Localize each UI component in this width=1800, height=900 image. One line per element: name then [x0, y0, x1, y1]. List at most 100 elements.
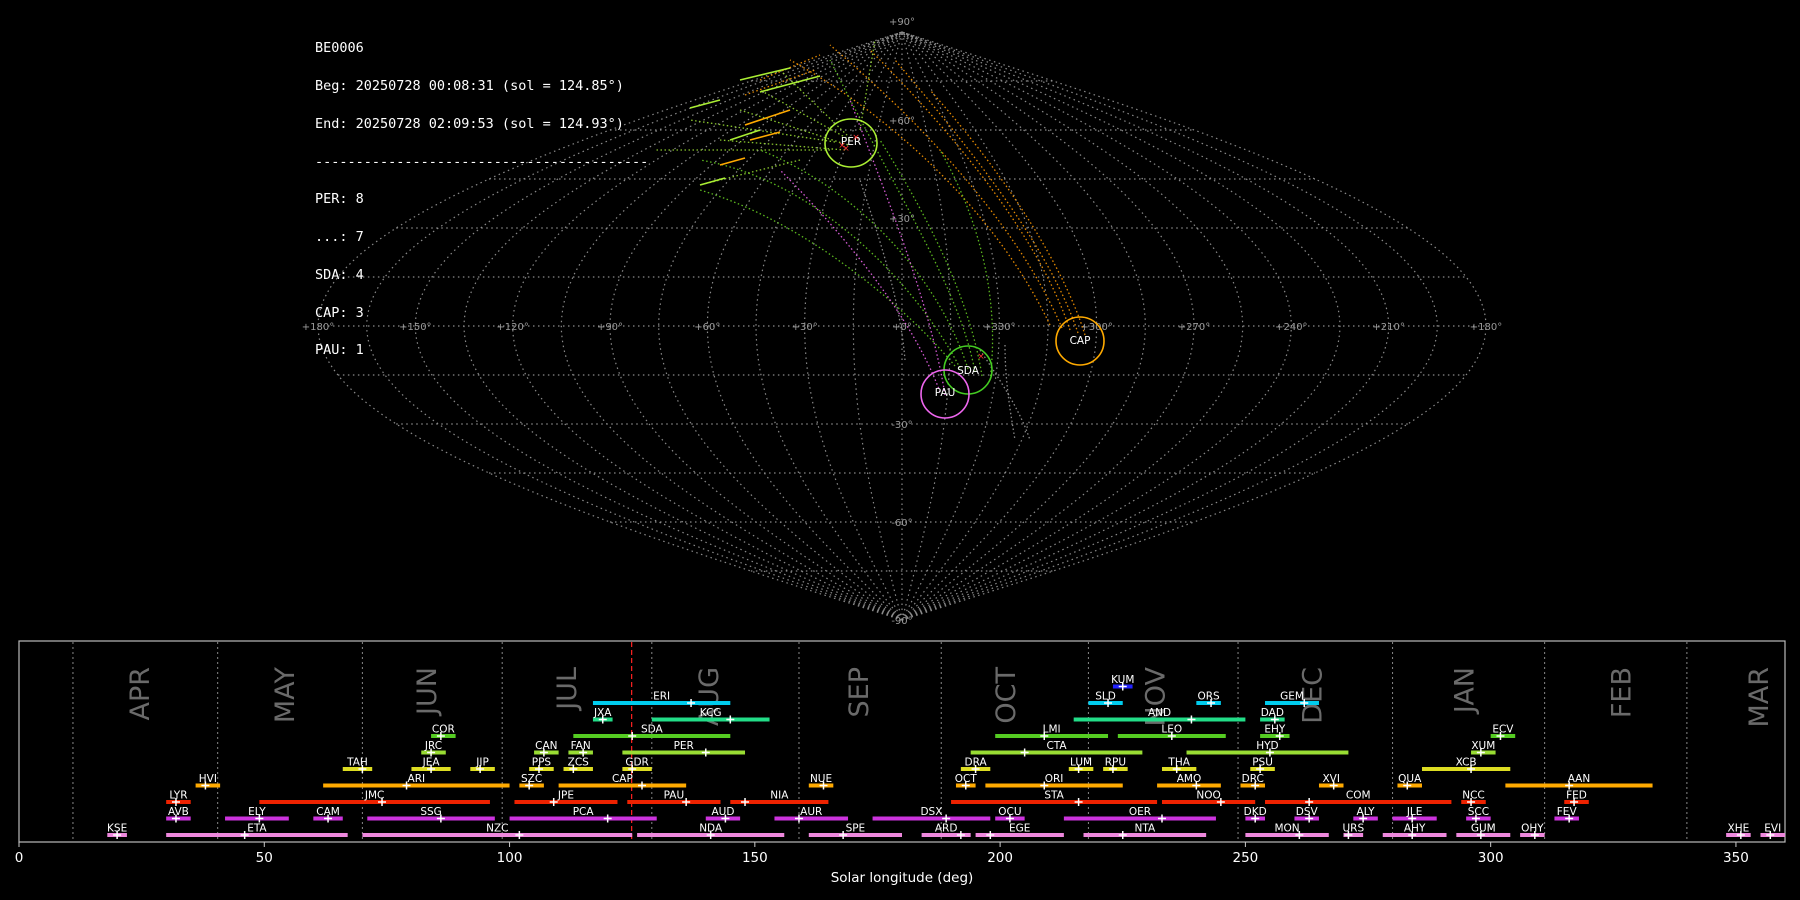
count-sporadic: ...: 7: [315, 229, 364, 246]
shower-peak-marker: [1118, 831, 1127, 839]
meteor-streak: [699, 177, 726, 186]
longitude-label: +30°: [792, 322, 818, 333]
shower-peak-marker: [1157, 814, 1166, 823]
shower-bars: KUM ERI SLD ORS GEM JXA KCG AND DAD COR SDA LMI LEO E…: [107, 674, 1785, 839]
shower-label: SPE: [846, 823, 866, 835]
radiant-marker: ×: [842, 144, 850, 154]
shower-label: LEO: [1161, 724, 1182, 736]
shower-label: DAD: [1261, 707, 1284, 719]
shower-label: GEM: [1280, 691, 1304, 703]
shower-peak-marker: [942, 814, 951, 823]
latitude-label: -30°: [891, 420, 912, 431]
shower-label: XCB: [1456, 757, 1477, 769]
shower-label: ALY: [1357, 806, 1376, 818]
shower-label: JIP: [475, 757, 489, 769]
shower-label: PAU: [664, 790, 685, 802]
shower-label: ORI: [1045, 773, 1064, 785]
meteor-trail: [869, 49, 1071, 331]
x-tick-label: 150: [742, 850, 768, 866]
shower-label: CAM: [316, 806, 340, 818]
shower-label: DRC: [1242, 773, 1264, 785]
longitude-label: +60°: [694, 322, 720, 333]
shower-label: ETA: [247, 823, 267, 835]
shower-label: ECV: [1492, 724, 1514, 736]
x-tick-label: 100: [497, 850, 523, 866]
month-label: JUN: [412, 667, 443, 717]
shower-label: AND: [1148, 707, 1171, 719]
shower-label: JPE: [557, 790, 574, 802]
shower-label: EGE: [1009, 823, 1030, 835]
shower-label: ARD: [935, 823, 958, 835]
info-separator: ----------------------------------------…: [315, 153, 649, 170]
shower-label: AUD: [711, 806, 734, 818]
month-label: MAY: [270, 667, 301, 724]
x-axis: 0 50 100 150 200 250 300 350: [15, 842, 1749, 866]
shower-label: JEA: [422, 757, 441, 769]
meteor-streak: [749, 131, 781, 141]
meteor-trail: [779, 169, 941, 393]
shower-peak-marker: [701, 748, 710, 757]
meteor-trail: [894, 59, 1079, 334]
longitude-label: +180°: [1470, 322, 1502, 333]
latitude-label: -60°: [891, 518, 912, 529]
station-id: BE0006: [315, 40, 364, 57]
shower-label: HVI: [199, 773, 217, 785]
meridian-line: [901, 31, 1390, 621]
shower-label: COR: [432, 724, 455, 736]
shower-label: NDA: [699, 823, 723, 835]
latitude-label: +60°: [889, 116, 915, 127]
shower-peak-marker: [628, 732, 637, 740]
radiant-marker: ×: [977, 352, 985, 362]
longitude-label: +270°: [1178, 322, 1210, 333]
shower-label: SSG: [420, 806, 441, 818]
shower-label: XHE: [1728, 823, 1750, 835]
shower-peak-marker: [1187, 715, 1196, 724]
meteor-trail: [929, 89, 1086, 336]
x-tick-label: 350: [1723, 850, 1749, 866]
shower-label: CTA: [1046, 740, 1067, 752]
shower-label: KSE: [107, 823, 127, 835]
shower-peak-marker: [603, 814, 612, 823]
shower-label: AHY: [1404, 823, 1426, 835]
shower-label: NOO: [1196, 790, 1220, 802]
shower-label: PPS: [532, 757, 552, 769]
radiant-label-pau: PAU: [935, 387, 956, 399]
shower-label: FED: [1566, 790, 1587, 802]
longitude-label: +240°: [1275, 322, 1307, 333]
shower-label: FAN: [571, 740, 591, 752]
count-pau: PAU: 1: [315, 342, 364, 359]
shower-label: DRA: [965, 757, 988, 769]
shower-peak-marker: [1305, 798, 1314, 806]
shower-label: LMI: [1043, 724, 1061, 736]
count-cap: CAP: 3: [315, 304, 364, 321]
latitude-label: +30°: [889, 214, 915, 225]
shower-timeline: APR MAY JUN JUL AUG SEP OCT NOV DEC JAN FEB MAR KUM…: [15, 640, 1786, 886]
x-axis-label: Solar longitude (deg): [831, 870, 974, 886]
shower-label: OER: [1129, 806, 1151, 818]
shower-label: ORS: [1197, 691, 1220, 703]
count-sda: SDA: 4: [315, 266, 364, 283]
shower-label: ELY: [248, 806, 266, 818]
shower-label: URS: [1342, 823, 1364, 835]
shower-label: KUM: [1111, 674, 1134, 686]
shower-label: QUA: [1398, 773, 1422, 785]
shower-label: OHY: [1521, 823, 1544, 835]
meteor-trail: [759, 149, 969, 370]
meteor-streak: [744, 109, 791, 126]
shower-label: HYD: [1256, 740, 1278, 752]
meteor-streak: [719, 157, 746, 166]
shower-label: SLD: [1095, 691, 1116, 703]
shower-label: THA: [1167, 757, 1190, 769]
meteor-trails: [655, 39, 1086, 441]
sky-map: +180° +150° +120° +90° +60° +30° +0° +330° +300°…: [302, 17, 1502, 627]
shower-label: OCU: [998, 806, 1021, 818]
shower-label: XVI: [1322, 773, 1339, 785]
longitude-label: +330°: [983, 322, 1015, 333]
shower-label: COM: [1346, 790, 1371, 802]
shower-label: OCT: [955, 773, 978, 785]
shower-peak-marker: [986, 831, 995, 839]
radiant-label-cap: CAP: [1070, 335, 1091, 347]
shower-peak-marker: [549, 798, 558, 806]
shower-label: KCG: [700, 707, 722, 719]
count-per: PER: 8: [315, 191, 364, 208]
